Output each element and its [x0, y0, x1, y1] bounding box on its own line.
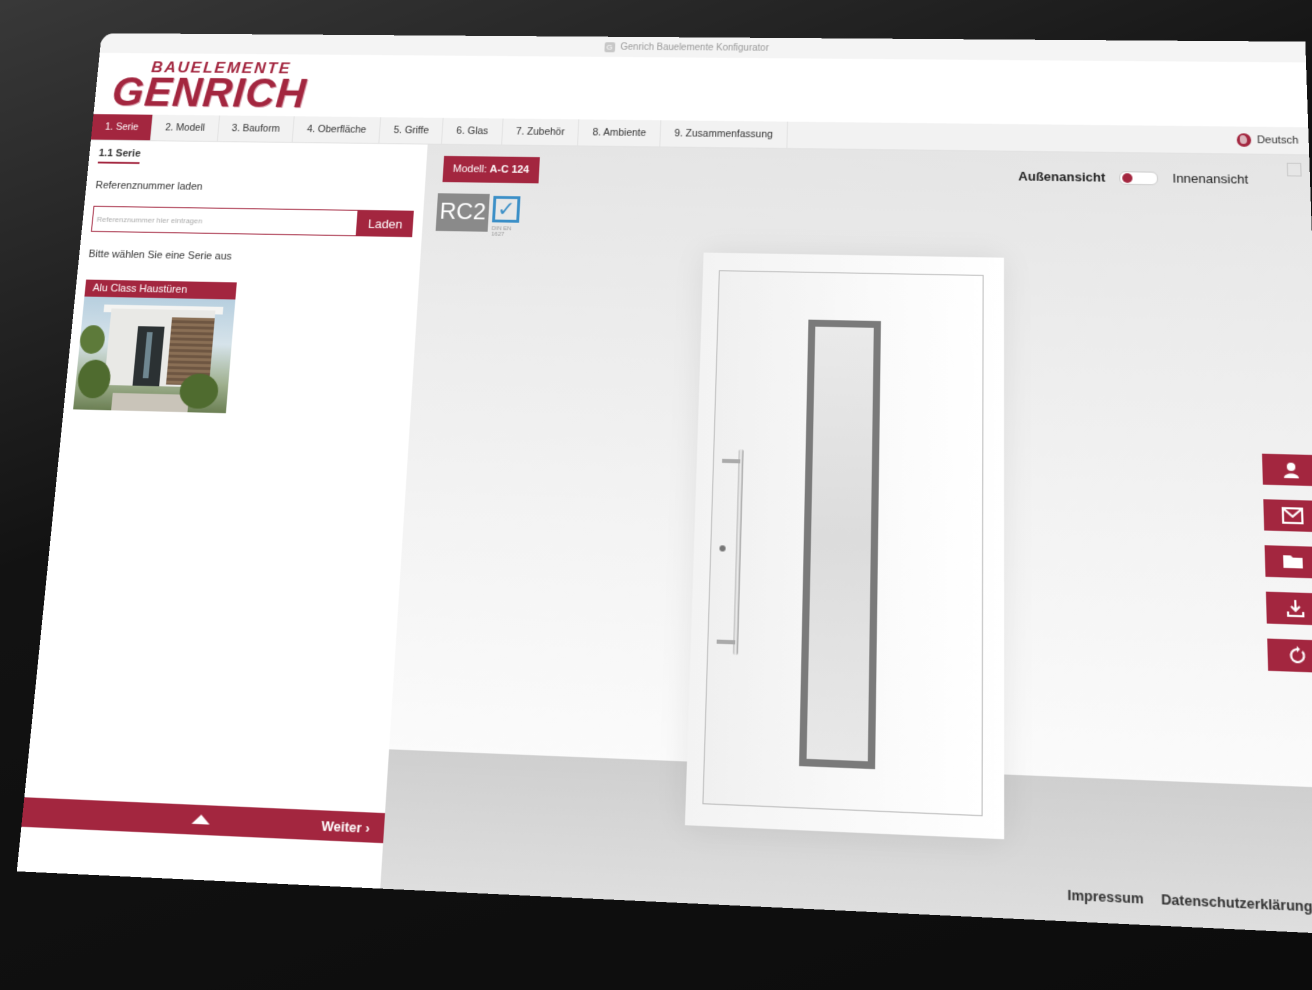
refresh-icon: [1287, 646, 1307, 666]
download-icon: [1285, 599, 1305, 619]
door-leaf: [702, 270, 984, 817]
door-glass-panel: [799, 319, 881, 770]
sidebar: 1.1 Serie Referenznummer laden Referenzn…: [16, 140, 428, 889]
subtab-serie[interactable]: 1.1 Serie: [97, 147, 142, 164]
view-switch[interactable]: [1119, 170, 1159, 185]
reference-row: Referenznummer hier eintragen Laden: [90, 205, 414, 238]
model-badge: Modell: A-C 124: [442, 155, 540, 184]
reference-label: Referenznummer laden: [94, 179, 204, 193]
door-preview-stage: Modell: A-C 124 RC2 ✓ DIN EN 1627 Außena…: [380, 144, 1312, 935]
rc2-certificate: RC2 ✓ DIN EN 1627: [435, 193, 526, 238]
inside-view-label[interactable]: Innenansicht: [1172, 171, 1248, 187]
reset-button[interactable]: [1267, 638, 1312, 673]
impressum-link[interactable]: Impressum: [1067, 887, 1143, 907]
open-folder-button[interactable]: [1264, 545, 1312, 579]
next-button[interactable]: Weiter ›: [321, 817, 370, 835]
tab-modell[interactable]: 2. Modell: [151, 114, 220, 142]
rc2-label: RC2: [435, 193, 490, 232]
house-path: [111, 392, 190, 413]
fullscreen-icon[interactable]: [1286, 162, 1302, 177]
bush: [178, 373, 220, 410]
user-icon: [1283, 462, 1299, 479]
door-lock: [719, 545, 726, 552]
mail-icon: [1282, 507, 1304, 524]
tab-zusammenfassung[interactable]: 9. Zusammenfassung: [660, 120, 788, 148]
series-prompt: Bitte wählen Sie eine Serie aus: [88, 248, 233, 263]
user-button[interactable]: [1262, 453, 1312, 487]
model-prefix: Modell:: [452, 163, 488, 176]
mail-button[interactable]: [1263, 499, 1312, 533]
bush: [76, 359, 113, 399]
series-card-image: [73, 296, 236, 414]
app-screen: G Genrich Bauelemente Konfigurator BAUEL…: [16, 33, 1312, 935]
tab-griffe[interactable]: 5. Griffe: [379, 117, 444, 144]
house-door: [132, 326, 165, 387]
checkmark-icon: ✓: [492, 195, 521, 223]
folder-icon: [1283, 555, 1303, 569]
app-icon: G: [603, 41, 615, 52]
main-content: 1.1 Serie Referenznummer laden Referenzn…: [16, 140, 1312, 935]
tablet-device: G Genrich Bauelemente Konfigurator BAUEL…: [0, 0, 1312, 990]
tab-ambiente[interactable]: 8. Ambiente: [578, 119, 662, 147]
rc2-norm: DIN EN 1627: [491, 226, 512, 238]
collapse-up-icon[interactable]: [191, 814, 211, 825]
tab-bauform[interactable]: 3. Bauform: [217, 115, 295, 142]
switch-knob: [1122, 172, 1133, 183]
bush: [78, 324, 107, 355]
door-frame: [684, 252, 1005, 840]
sidebar-footer: Weiter ›: [21, 797, 386, 844]
tab-serie[interactable]: 1. Serie: [90, 114, 154, 141]
brand-logo[interactable]: BAUELEMENTE GENRICH: [110, 58, 310, 117]
window-title: Genrich Bauelemente Konfigurator: [620, 41, 769, 54]
logo-wordmark: GENRICH: [110, 70, 309, 117]
language-selector[interactable]: Deutsch: [1236, 127, 1309, 155]
language-label: Deutsch: [1256, 134, 1299, 147]
tab-oberflaeche[interactable]: 4. Oberfläche: [292, 116, 382, 144]
outside-view-label[interactable]: Außenansicht: [1018, 169, 1105, 185]
reference-input[interactable]: Referenznummer hier eintragen: [90, 205, 359, 237]
tab-glas[interactable]: 6. Glas: [442, 117, 504, 145]
download-button[interactable]: [1265, 591, 1312, 626]
model-value: A-C 124: [489, 163, 530, 176]
door-handle: [732, 449, 744, 656]
tab-zubehoer[interactable]: 7. Zubehör: [501, 118, 580, 146]
globe-icon: [1236, 133, 1251, 147]
series-card[interactable]: Alu Class Haustüren: [73, 279, 237, 418]
load-button[interactable]: Laden: [356, 209, 414, 238]
action-toolbar: [1262, 453, 1312, 673]
view-toggle: Außenansicht Innenansicht: [1018, 169, 1248, 187]
